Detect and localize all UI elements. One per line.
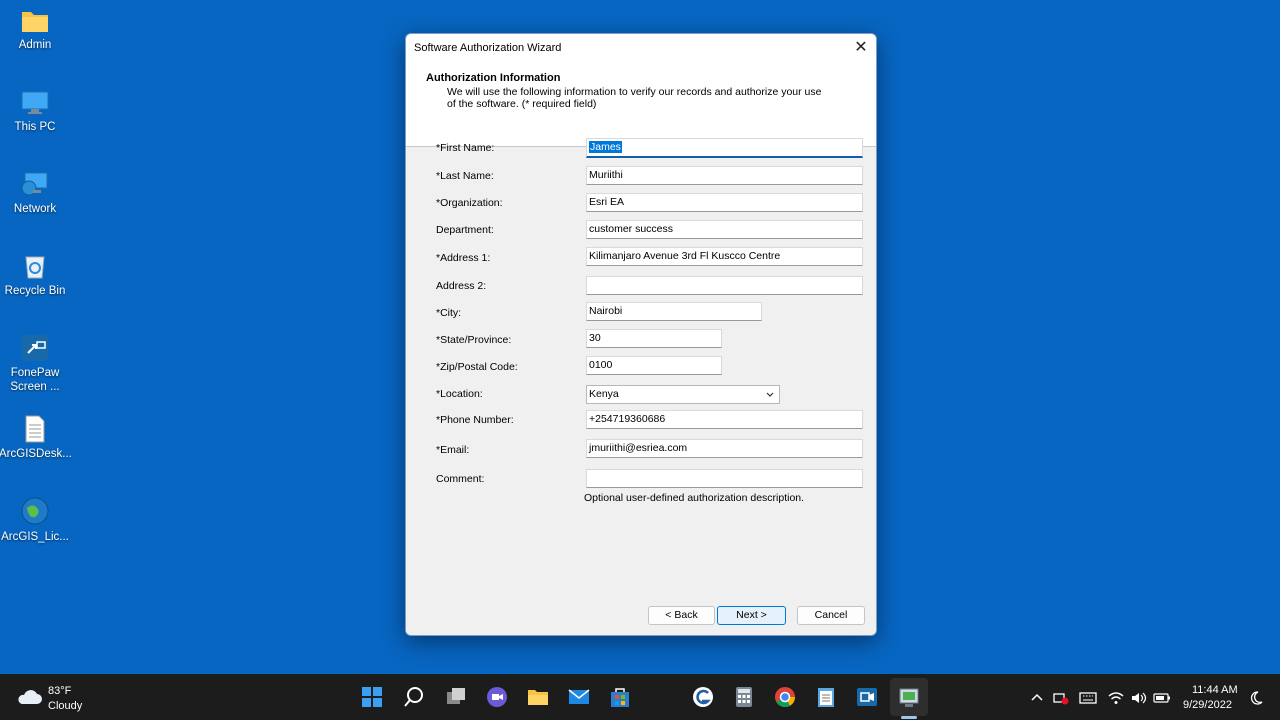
- zip-code-label: *Zip/Postal Code:: [436, 361, 518, 373]
- cloud-icon: [18, 690, 42, 704]
- weather-temp: 83°F: [48, 685, 72, 697]
- task-view-icon[interactable]: [444, 685, 468, 709]
- zip-code-field[interactable]: 0100: [586, 356, 722, 375]
- email-field[interactable]: jmuriithi@esriea.com: [586, 439, 863, 458]
- next-button[interactable]: Next >: [717, 606, 786, 625]
- dialog-title: Software Authorization Wizard: [414, 42, 562, 54]
- file-explorer-icon[interactable]: [526, 685, 550, 709]
- recycle-bin-icon: [25, 256, 45, 279]
- desktop-icon-admin[interactable]: Admin: [0, 8, 71, 52]
- first-name-label: *First Name:: [436, 142, 495, 154]
- start-icon[interactable]: [360, 685, 384, 709]
- keyboard-icon[interactable]: [1079, 689, 1097, 707]
- fonepaw-icon: [22, 335, 48, 361]
- department-field[interactable]: customer success: [586, 220, 863, 239]
- email-label: *Email:: [436, 444, 470, 456]
- organization-field[interactable]: Esri EA: [586, 193, 863, 212]
- search-icon[interactable]: [402, 685, 426, 709]
- desktop-icon-label: ArcGISDesk...: [0, 448, 72, 460]
- state-province-label: *State/Province:: [436, 334, 512, 346]
- weather-desc: Cloudy: [48, 700, 83, 712]
- volume-icon[interactable]: [1130, 689, 1148, 707]
- desktop-icon-network[interactable]: Network: [0, 170, 71, 216]
- comment-field[interactable]: [586, 469, 863, 488]
- location-select-value: Kenya: [589, 388, 619, 400]
- desktop-icon-label: Recycle Bin: [4, 285, 66, 297]
- city-label: *City:: [436, 307, 462, 319]
- location-label: *Location:: [436, 388, 483, 400]
- notification-moon-icon[interactable]: [1248, 690, 1264, 706]
- desktop-icon-label: FonePaw Screen ...: [10, 367, 60, 393]
- desktop-icon-arcgis-lic[interactable]: ArcGIS_Lic...: [0, 496, 71, 544]
- desktop-icon-label: Admin: [18, 39, 52, 51]
- weather-widget[interactable]: 83°F Cloudy: [16, 684, 96, 712]
- taskbar: 83°F Cloudy 11:44 AM 9/29/2022: [0, 674, 1280, 720]
- phone-number-label: *Phone Number:: [436, 414, 514, 426]
- folder-icon: [22, 12, 48, 32]
- globe-icon: [21, 497, 49, 525]
- monitor-icon: [21, 91, 49, 114]
- desktop-icon-label: Network: [13, 203, 57, 215]
- last-name-label: *Last Name:: [436, 170, 494, 182]
- header-title: Authorization Information: [426, 72, 561, 84]
- active-app-indicator: [901, 716, 917, 719]
- wifi-icon[interactable]: [1107, 689, 1125, 707]
- teams-chat-icon[interactable]: [485, 685, 509, 709]
- fonepaw-taskbar-icon[interactable]: [855, 685, 879, 709]
- clock-date[interactable]: 9/29/2022: [1183, 699, 1232, 711]
- battery-icon[interactable]: [1153, 689, 1171, 707]
- close-icon[interactable]: ✕: [846, 34, 876, 62]
- arcgis-app-icon[interactable]: [691, 685, 715, 709]
- dialog-titlebar[interactable]: Software Authorization Wizard ✕: [406, 34, 876, 62]
- address2-label: Address 2:: [436, 280, 487, 292]
- back-button[interactable]: < Back: [648, 606, 715, 625]
- address1-label: *Address 1:: [436, 252, 491, 264]
- cancel-button[interactable]: Cancel: [797, 606, 865, 625]
- mail-icon[interactable]: [567, 685, 591, 709]
- clock-time[interactable]: 11:44 AM: [1192, 684, 1238, 696]
- location-select[interactable]: Kenya: [586, 385, 780, 404]
- desktop-icon-fonepaw[interactable]: FonePaw Screen ...: [0, 334, 71, 394]
- chrome-icon[interactable]: [773, 685, 797, 709]
- organization-label: *Organization:: [436, 197, 503, 209]
- text-file-icon: [25, 415, 45, 443]
- calculator-icon[interactable]: [732, 685, 756, 709]
- chevron-up-icon[interactable]: [1029, 690, 1045, 706]
- store-icon[interactable]: [608, 685, 632, 709]
- phone-number-field[interactable]: +254719360686: [586, 410, 863, 429]
- authorization-wizard-dialog: Software Authorization Wizard ✕ Authoriz…: [405, 33, 877, 636]
- comment-label: Comment:: [436, 473, 485, 485]
- notepad-icon[interactable]: [814, 685, 838, 709]
- last-name-field[interactable]: Muriithi: [586, 166, 863, 185]
- city-field[interactable]: Nairobi: [586, 302, 762, 321]
- desktop-icon-label: This PC: [14, 121, 56, 133]
- meet-now-icon[interactable]: [1052, 689, 1070, 707]
- network-icon: [21, 172, 48, 196]
- comment-hint: Optional user-defined authorization desc…: [584, 492, 805, 504]
- chevron-down-icon: [766, 392, 774, 397]
- address2-field[interactable]: [586, 276, 863, 295]
- first-name-value: James: [589, 141, 622, 153]
- authorization-wizard-taskbar-icon[interactable]: [897, 685, 921, 709]
- header-description: We will use the following information to…: [447, 86, 822, 110]
- state-province-field[interactable]: 30: [586, 329, 722, 348]
- address1-field[interactable]: Kilimanjaro Avenue 3rd Fl Kuscco Centre: [586, 247, 863, 266]
- first-name-field[interactable]: James: [586, 138, 863, 158]
- desktop-icon-arcgisdesk[interactable]: ArcGISDesk...: [0, 415, 72, 461]
- desktop-icon-recycle-bin[interactable]: Recycle Bin: [0, 252, 71, 298]
- wizard-header: Authorization Information We will use th…: [406, 62, 876, 147]
- department-label: Department:: [436, 224, 494, 236]
- desktop-icon-label: ArcGIS_Lic...: [1, 531, 69, 543]
- desktop-icon-this-pc[interactable]: This PC: [0, 90, 71, 134]
